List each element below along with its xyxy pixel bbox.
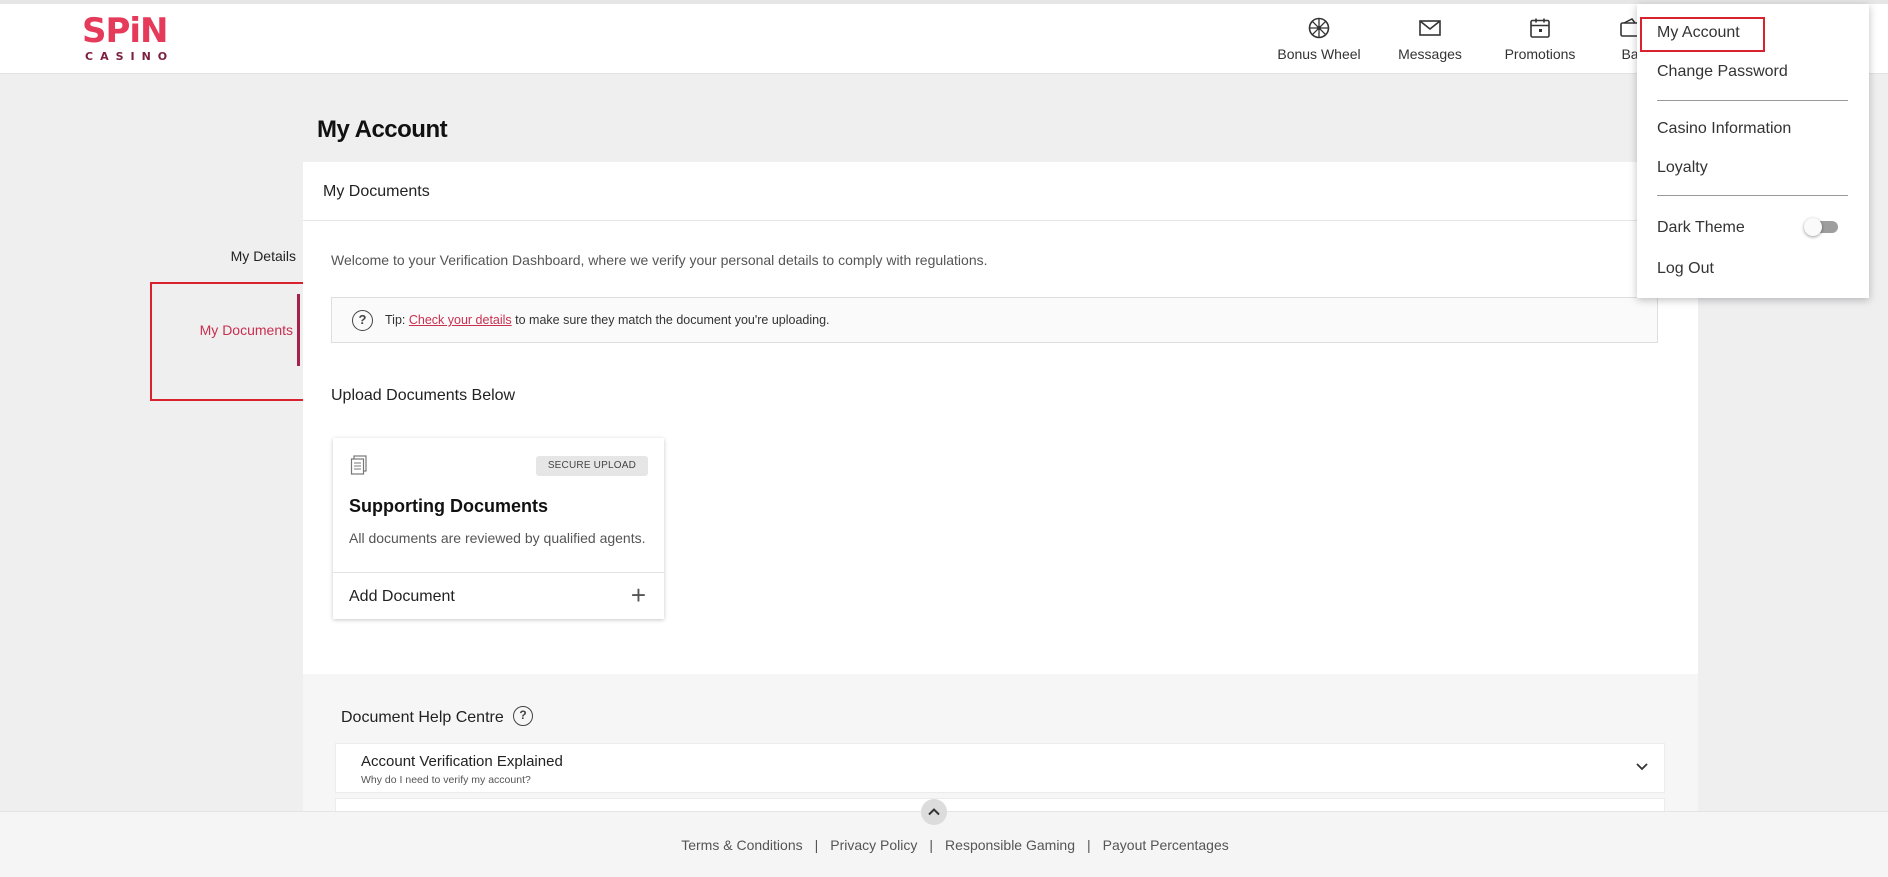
nav-bonus-wheel[interactable]: Bonus Wheel xyxy=(1275,16,1363,66)
check-details-link[interactable]: Check your details xyxy=(409,313,512,327)
tip-suffix: to make sure they match the document you… xyxy=(511,313,830,327)
accordion-account-verification[interactable]: Account Verification Explained Why do I … xyxy=(335,743,1665,793)
logo-text: SPiN xyxy=(82,11,169,51)
page-title: My Account xyxy=(317,116,448,143)
secure-upload-badge: SECURE UPLOAD xyxy=(535,456,648,476)
chevron-up-icon xyxy=(928,808,940,816)
tip-text: Tip: Check your details to make sure the… xyxy=(385,313,830,327)
calendar-icon xyxy=(1530,18,1550,38)
help-circle-icon[interactable]: ? xyxy=(513,706,533,726)
terms-link[interactable]: Terms & Conditions xyxy=(681,837,802,853)
welcome-text: Welcome to your Verification Dashboard, … xyxy=(331,252,988,268)
doc-card-title: Supporting Documents xyxy=(349,496,548,516)
upload-section-title: Upload Documents Below xyxy=(331,387,516,404)
site-header: SPiN CASINO Bonus Wheel Messages Promoti… xyxy=(0,4,1888,74)
add-document-button[interactable]: Add Document + xyxy=(333,573,664,619)
menu-loyalty[interactable]: Loyalty xyxy=(1657,159,1708,177)
nav-label: Bonus Wheel xyxy=(1277,46,1361,62)
document-icon xyxy=(350,455,367,475)
menu-change-password[interactable]: Change Password xyxy=(1657,63,1788,81)
accordion-subtitle: Why do I need to verify my account? xyxy=(361,774,531,786)
menu-divider xyxy=(1657,195,1848,196)
dark-theme-toggle[interactable] xyxy=(1804,217,1840,237)
separator: | xyxy=(929,837,934,853)
menu-divider xyxy=(1657,100,1848,101)
supporting-documents-card: SECURE UPLOAD Supporting Documents All d… xyxy=(333,438,664,619)
separator: | xyxy=(1087,837,1091,853)
highlight-box-tab xyxy=(150,282,320,401)
spin-casino-logo[interactable]: SPiN CASINO xyxy=(82,11,169,68)
card-title: My Documents xyxy=(323,183,430,200)
nav-promotions[interactable]: Promotions xyxy=(1500,16,1580,66)
wheel-icon xyxy=(1308,17,1330,39)
card-header: My Documents xyxy=(303,162,1698,221)
scroll-to-top-button[interactable] xyxy=(921,799,947,825)
responsible-gaming-link[interactable]: Responsible Gaming xyxy=(945,837,1075,853)
site-footer: Terms & Conditions | Privacy Policy | Respon… xyxy=(0,811,1888,877)
nav-label: Promotions xyxy=(1504,46,1576,62)
nav-messages[interactable]: Messages xyxy=(1394,16,1466,66)
highlight-box-my-account xyxy=(1640,17,1765,52)
tab-my-details[interactable]: My Details xyxy=(150,248,296,264)
separator: | xyxy=(814,837,819,853)
privacy-link[interactable]: Privacy Policy xyxy=(830,837,917,853)
menu-casino-information[interactable]: Casino Information xyxy=(1657,120,1791,138)
menu-dark-theme: Dark Theme xyxy=(1657,219,1745,236)
accordion-title: Account Verification Explained xyxy=(361,753,563,770)
add-document-label: Add Document xyxy=(349,588,455,605)
footer-links: Terms & Conditions | Privacy Policy | Respon… xyxy=(0,837,1888,853)
logo-subtext: CASINO xyxy=(85,50,175,63)
help-centre-title: Document Help Centre xyxy=(341,709,504,726)
envelope-icon xyxy=(1419,20,1441,36)
tip-prefix: Tip: xyxy=(385,313,409,327)
chevron-down-icon xyxy=(1636,763,1648,771)
toggle-knob xyxy=(1804,218,1822,236)
plus-icon: + xyxy=(630,580,646,610)
help-circle-icon: ? xyxy=(352,310,373,331)
doc-card-subtitle: All documents are reviewed by qualified … xyxy=(349,530,646,546)
documents-card: My Documents Welcome to your Verificatio… xyxy=(303,162,1698,862)
tip-box: ? Tip: Check your details to make sure t… xyxy=(331,297,1658,343)
nav-label: Messages xyxy=(1398,46,1462,62)
payout-percentages-link[interactable]: Payout Percentages xyxy=(1103,837,1229,853)
menu-log-out[interactable]: Log Out xyxy=(1657,260,1714,278)
